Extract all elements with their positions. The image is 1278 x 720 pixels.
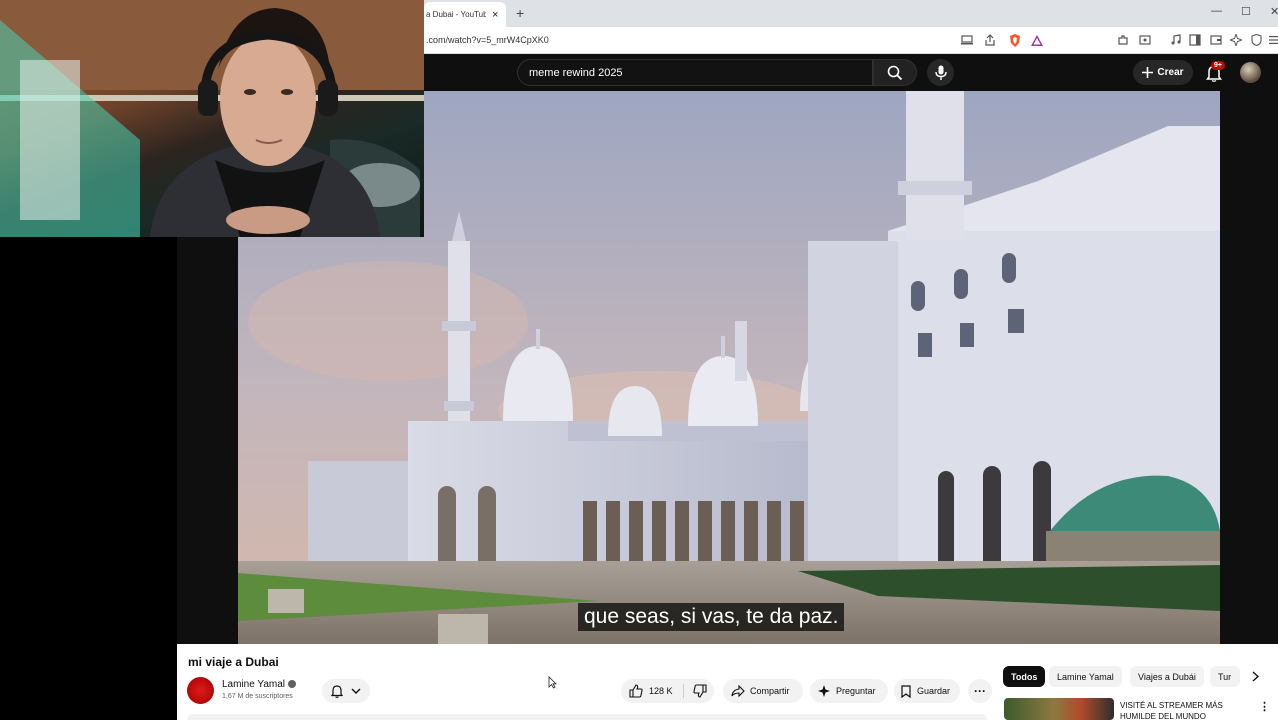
browser-tab-youtube[interactable]: a Dubai - YouTube × bbox=[424, 2, 506, 27]
maximize-button[interactable]: ☐ bbox=[1241, 5, 1251, 18]
gallery-icon[interactable] bbox=[1138, 33, 1152, 47]
channel-name-text: Lamine Yamal bbox=[222, 679, 285, 690]
more-actions-button[interactable]: ··· bbox=[968, 679, 992, 703]
verified-badge-icon bbox=[288, 680, 296, 689]
player-letterbox-right bbox=[1220, 91, 1278, 644]
browser-tab-strip: a Dubai - YouTube × + — ☐ ✕ bbox=[424, 0, 1278, 27]
mic-icon bbox=[934, 65, 947, 80]
address-url[interactable]: .com/watch?v=5_mrW4CpXK0 bbox=[426, 35, 549, 45]
share-page-icon[interactable] bbox=[983, 33, 997, 47]
subscriber-count: 1,67 M de suscriptores bbox=[222, 693, 293, 700]
search-input[interactable]: meme rewind 2025 bbox=[517, 59, 873, 86]
search-icon bbox=[887, 65, 903, 80]
recommended-video-thumbnail[interactable] bbox=[1004, 698, 1114, 720]
bell-icon bbox=[331, 684, 343, 698]
extensions-icon[interactable] bbox=[1116, 33, 1130, 47]
ask-button[interactable]: Preguntar bbox=[810, 679, 888, 703]
minimize-button[interactable]: — bbox=[1211, 5, 1222, 17]
chip-todos[interactable]: Todos bbox=[1003, 666, 1046, 687]
search-query: meme rewind 2025 bbox=[529, 67, 623, 79]
recommended-video-menu-icon[interactable]: ⋮ bbox=[1259, 700, 1270, 713]
like-count: 128 K bbox=[649, 686, 673, 696]
mouse-cursor-icon bbox=[548, 676, 557, 689]
channel-avatar[interactable] bbox=[187, 677, 214, 704]
share-button[interactable]: Compartir bbox=[723, 679, 803, 703]
share-arrow-icon bbox=[731, 685, 745, 697]
sparkle-icon bbox=[818, 685, 830, 697]
dislike-button[interactable] bbox=[692, 684, 707, 698]
save-button[interactable]: Guardar bbox=[894, 679, 960, 703]
video-title: mi viaje a Dubai bbox=[188, 655, 279, 669]
ask-label: Preguntar bbox=[836, 686, 876, 696]
notification-badge: 9+ bbox=[1211, 61, 1225, 70]
plus-icon bbox=[1142, 67, 1154, 78]
cast-icon[interactable] bbox=[960, 33, 974, 47]
create-label: Crear bbox=[1157, 67, 1184, 78]
wallet-icon[interactable] bbox=[1209, 33, 1223, 47]
chevron-down-icon bbox=[351, 688, 361, 694]
browser-address-bar: .com/watch?v=5_mrW4CpXK0 bbox=[424, 27, 1278, 54]
tab-close-icon[interactable]: × bbox=[492, 9, 498, 21]
chip-viajes-dubai[interactable]: Viajes a Dubái bbox=[1130, 666, 1204, 687]
new-tab-button[interactable]: + bbox=[516, 5, 524, 21]
like-dislike-group: 128 K bbox=[621, 679, 714, 703]
thumbs-up-icon bbox=[629, 684, 643, 698]
recommended-video-title[interactable]: VISITÉ AL STREAMER MÁS HUMILDE DEL MUNDO bbox=[1120, 700, 1245, 720]
account-avatar[interactable] bbox=[1240, 62, 1261, 83]
vpn-shield-icon[interactable] bbox=[1249, 33, 1263, 47]
chip-turismo[interactable]: Tur bbox=[1210, 666, 1240, 687]
like-button[interactable]: 128 K bbox=[629, 684, 673, 698]
menu-icon[interactable] bbox=[1267, 33, 1278, 47]
like-divider bbox=[682, 684, 684, 698]
search-button[interactable] bbox=[873, 59, 917, 86]
bookmark-icon bbox=[901, 684, 911, 698]
create-button[interactable]: Crear bbox=[1133, 60, 1193, 85]
voice-search-button[interactable] bbox=[927, 59, 954, 86]
thumbs-down-icon bbox=[692, 684, 707, 698]
webcam-feed bbox=[0, 0, 424, 237]
chevron-right-icon[interactable] bbox=[1244, 666, 1266, 687]
webcam-overlay bbox=[0, 0, 424, 237]
close-window-button[interactable]: ✕ bbox=[1270, 5, 1278, 18]
save-label: Guardar bbox=[917, 686, 951, 696]
brave-shields-icon[interactable] bbox=[1008, 33, 1022, 47]
leo-ai-icon[interactable] bbox=[1229, 33, 1243, 47]
share-label: Compartir bbox=[750, 686, 790, 696]
chip-lamine-yamal[interactable]: Lamine Yamal bbox=[1049, 666, 1122, 687]
video-caption: que seas, si vas, te da paz. bbox=[578, 603, 845, 631]
screen: a Dubai - YouTube × + — ☐ ✕ .com/watch?v… bbox=[0, 0, 1278, 720]
subscription-notifications-button[interactable] bbox=[322, 679, 370, 703]
brave-rewards-icon[interactable] bbox=[1030, 33, 1044, 47]
tab-title: a Dubai - YouTube bbox=[426, 10, 486, 19]
sidebar-icon[interactable] bbox=[1188, 33, 1202, 47]
music-icon[interactable] bbox=[1169, 33, 1183, 47]
description-box[interactable] bbox=[187, 714, 987, 720]
channel-name[interactable]: Lamine Yamal bbox=[222, 679, 296, 690]
